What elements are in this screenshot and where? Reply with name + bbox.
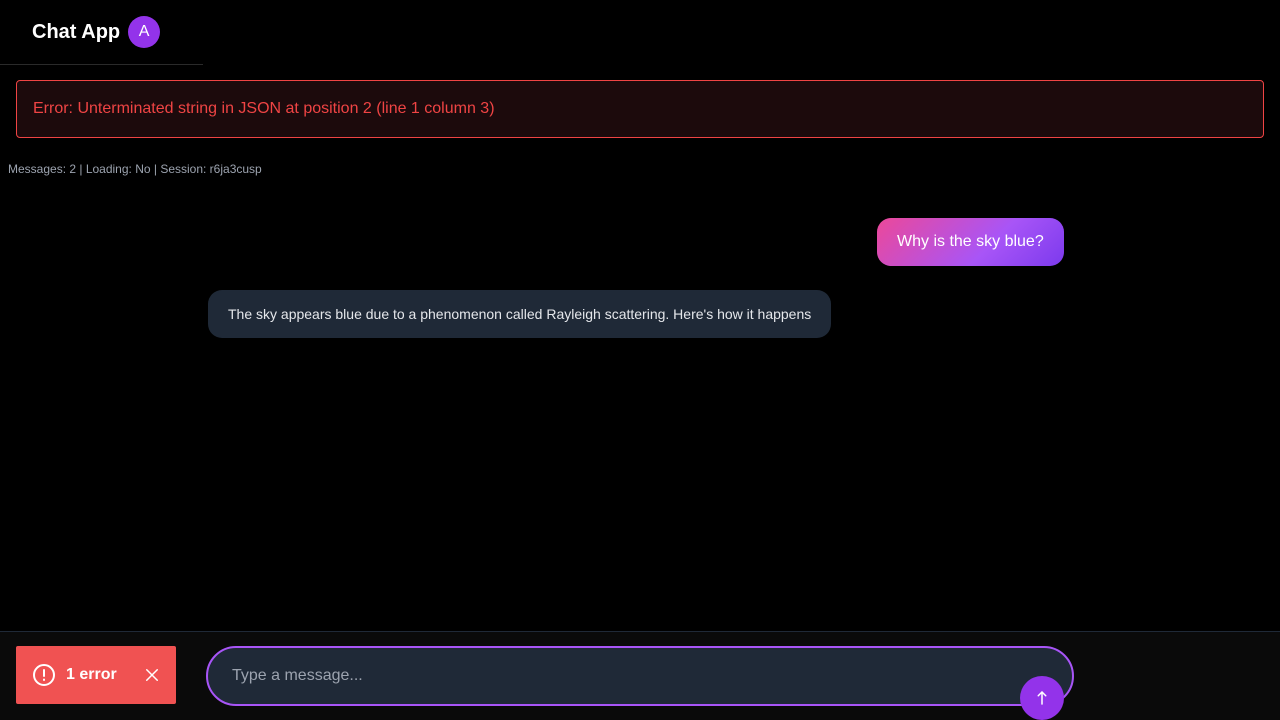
alert-circle-icon (33, 664, 55, 686)
error-banner: Error: Unterminated string in JSON at po… (16, 80, 1264, 138)
error-toast[interactable]: 1 error (16, 646, 176, 704)
user-message-text: Why is the sky blue? (897, 233, 1044, 250)
error-toast-label: 1 error (66, 666, 117, 683)
user-message-bubble: Why is the sky blue? (877, 218, 1064, 266)
chat-page: Chat App A Error: Unterminated string in… (0, 0, 1280, 720)
message-input-wrapper (206, 646, 1074, 706)
error-banner-text: Error: Unterminated string in JSON at po… (33, 100, 495, 117)
avatar[interactable]: A (128, 16, 161, 48)
status-line: Messages: 2 | Loading: No | Session: r6j… (8, 162, 262, 176)
send-button[interactable] (1020, 676, 1064, 720)
header: Chat App A (0, 0, 203, 65)
assistant-message-bubble: The sky appears blue due to a phenomenon… (208, 290, 832, 338)
arrow-up-icon (1037, 691, 1047, 705)
app-title: Chat App (32, 20, 121, 43)
close-icon[interactable] (143, 666, 161, 684)
message-input[interactable] (208, 648, 1072, 704)
assistant-message-text: The sky appears blue due to a phenomenon… (228, 306, 812, 322)
